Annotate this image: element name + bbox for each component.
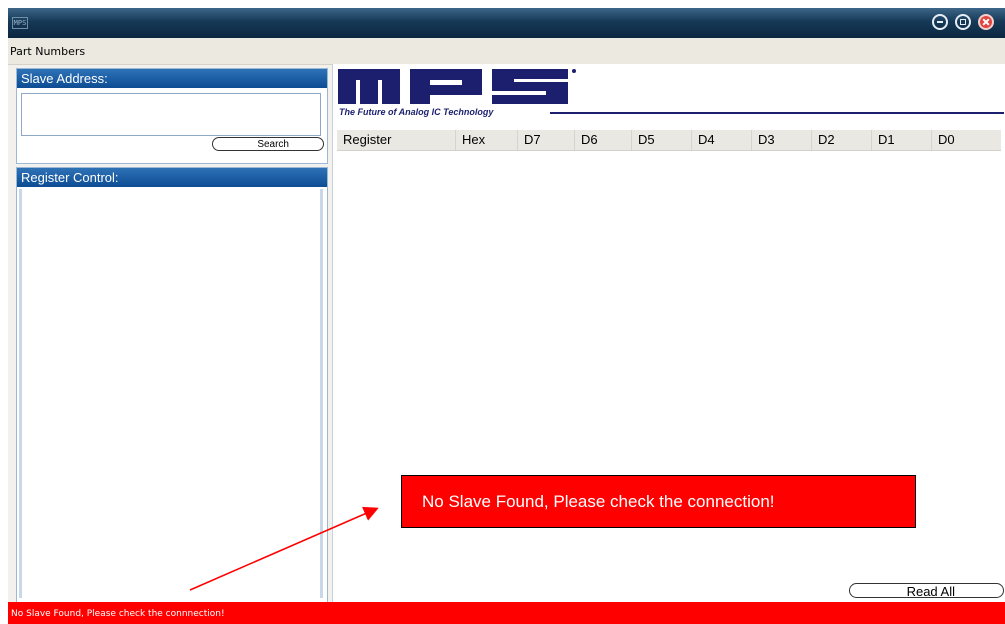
slave-address-field[interactable]: [21, 93, 321, 136]
status-message: No Slave Found, Please check the connnec…: [11, 609, 225, 619]
column-header-d7: D7: [517, 130, 574, 150]
minimize-icon[interactable]: [932, 14, 948, 30]
register-control-header: Register Control:: [17, 168, 327, 187]
menu-bar: Part Numbers: [8, 38, 1005, 65]
column-header-d4: D4: [691, 130, 751, 150]
slave-address-panel: Slave Address: Search: [16, 68, 328, 164]
maximize-icon[interactable]: [955, 14, 971, 30]
app-window: MPS Part Numbers Slave Address: Search R…: [8, 8, 1005, 624]
app-icon: MPS: [12, 17, 28, 29]
mps-logo: The Future of Analog IC Technology: [338, 69, 1004, 117]
column-header-d2: D2: [811, 130, 871, 150]
error-callout: No Slave Found, Please check the connect…: [401, 475, 916, 528]
register-table-header: Register Hex D7 D6 D5 D4 D3 D2 D1 D0: [337, 130, 1001, 151]
slave-address-header: Slave Address:: [17, 69, 327, 88]
logo-tagline: The Future of Analog IC Technology: [339, 107, 494, 117]
column-header-hex: Hex: [455, 130, 517, 150]
search-button[interactable]: Search: [212, 137, 324, 151]
register-control-area: [19, 189, 323, 598]
column-header-d5: D5: [631, 130, 691, 150]
column-header-register: Register: [343, 132, 392, 147]
menu-part-numbers[interactable]: Part Numbers: [10, 45, 85, 58]
column-header-d0: D0: [931, 130, 1001, 150]
close-icon[interactable]: [978, 14, 994, 30]
column-header-d3: D3: [751, 130, 811, 150]
column-header-d1: D1: [871, 130, 931, 150]
status-bar: No Slave Found, Please check the connnec…: [8, 602, 1005, 624]
title-bar[interactable]: MPS: [8, 8, 1005, 38]
read-all-button[interactable]: Read All: [849, 583, 1004, 599]
register-control-panel: Register Control:: [16, 167, 328, 604]
column-header-d6: D6: [574, 130, 631, 150]
